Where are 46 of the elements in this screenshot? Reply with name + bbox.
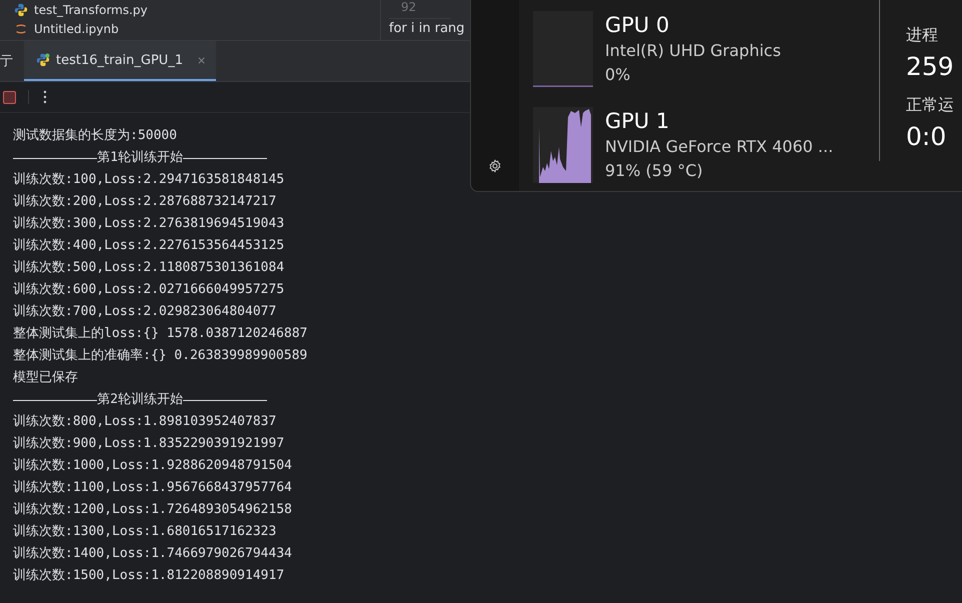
line-number: 92	[389, 0, 451, 19]
stat-value: 0:0	[906, 121, 948, 153]
gpu-usage: 91% (59 °C)	[605, 160, 704, 182]
gpu-model: Intel(R) UHD Graphics	[605, 40, 781, 62]
python-run-icon	[36, 53, 50, 67]
console-line: 训练次数:1200,Loss:1.7264893054962158	[13, 501, 292, 519]
settings-icon[interactable]	[488, 159, 502, 173]
console-line: 第1轮训练开始	[97, 149, 183, 167]
console-line: 训练次数:200,Loss:2.287688732147217	[13, 193, 276, 211]
console-line: 整体测试集上的准确率:{} 0.263839989900589	[13, 347, 308, 365]
python-file-icon	[14, 2, 28, 16]
console-line: 训练次数:700,Loss:2.029823064804077	[13, 303, 276, 321]
stat-value: 259	[906, 51, 955, 83]
stat-label: 进程	[906, 24, 939, 46]
code-line: for i in rang	[389, 20, 465, 36]
console-line: 训练次数:1000,Loss:1.9288620948791504	[13, 457, 292, 475]
gpu-entry[interactable]: GPU 1 NVIDIA GeForce RTX 4060 ... 91% (59 °C)	[533, 107, 873, 183]
tab-fragment[interactable]: 亍	[0, 52, 24, 70]
notebook-file-icon	[14, 22, 28, 36]
console-line: 训练次数:900,Loss:1.8352290391921997	[13, 435, 284, 453]
console-line: 训练次数:400,Loss:2.2276153564453125	[13, 237, 284, 255]
more-options-icon[interactable]	[28, 90, 47, 104]
console-line: 测试数据集的长度为:50000	[13, 127, 177, 145]
console-line: 训练次数:100,Loss:2.2947163581848145	[13, 171, 284, 189]
gpu-entry[interactable]: GPU 0 Intel(R) UHD Graphics 0%	[533, 11, 873, 87]
console-line: 训练次数:1100,Loss:1.9567668437957764	[13, 479, 292, 497]
console-line: 训练次数:600,Loss:2.0271666049957275	[13, 281, 284, 299]
stat-label: 正常运	[906, 94, 955, 116]
console-line: 训练次数:500,Loss:2.1180875301361084	[13, 259, 284, 277]
console-line: 训练次数:1500,Loss:1.812208890914917	[13, 567, 284, 585]
console-line: 模型已保存	[13, 369, 78, 387]
stop-button[interactable]	[3, 90, 16, 104]
close-icon[interactable]	[196, 56, 206, 64]
console-line: 训练次数:1300,Loss:1.68016517162323	[13, 523, 276, 541]
console-line: 整体测试集上的loss:{} 1578.0387120246887	[13, 325, 308, 343]
gpu-name: GPU 0	[605, 12, 670, 39]
file-item[interactable]: Untitled.ipynb	[0, 19, 380, 38]
gpu-usage: 0%	[605, 64, 632, 86]
console-line: 训练次数:800,Loss:1.898103952407837	[13, 413, 276, 431]
file-item[interactable]: test_Transforms.py	[0, 0, 380, 19]
console-line: 训练次数:1400,Loss:1.7466979026794434	[13, 545, 292, 563]
gpu-name: GPU 1	[605, 108, 670, 135]
console-line: 训练次数:300,Loss:2.2763819694519043	[13, 215, 284, 233]
gpu-model: NVIDIA GeForce RTX 4060 ...	[605, 136, 834, 158]
run-tab[interactable]: test16_train_GPU_1	[24, 41, 216, 81]
console-line: 第2轮训练开始	[97, 391, 183, 409]
